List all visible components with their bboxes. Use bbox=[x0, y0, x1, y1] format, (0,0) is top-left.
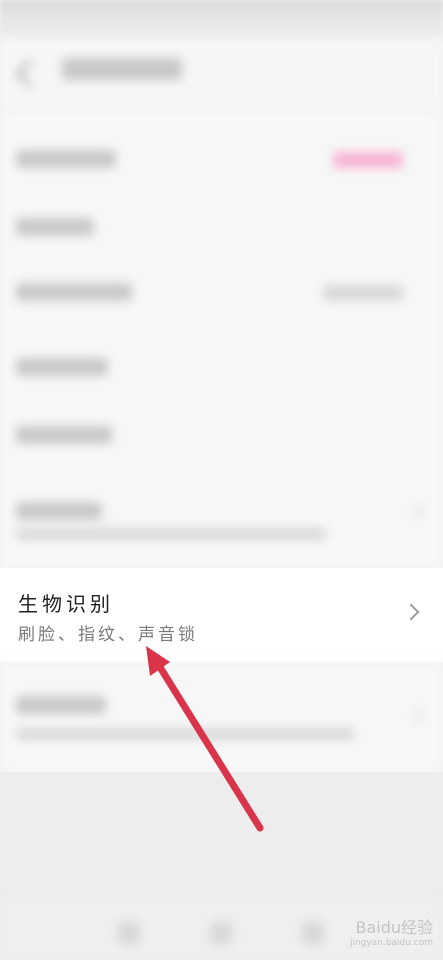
back-arrow-icon[interactable] bbox=[16, 60, 43, 87]
settings-row-label bbox=[16, 150, 116, 168]
chevron-right-icon bbox=[402, 603, 420, 621]
settings-row-label bbox=[16, 502, 102, 520]
status-bar bbox=[0, 0, 443, 40]
settings-row[interactable] bbox=[0, 263, 443, 323]
nav-icon[interactable] bbox=[302, 922, 324, 944]
nav-icon[interactable] bbox=[210, 922, 232, 944]
watermark-url: jingyan.baidu.com bbox=[349, 938, 433, 948]
settings-row-label bbox=[16, 358, 108, 376]
settings-row[interactable] bbox=[0, 406, 443, 466]
biometric-row[interactable]: 生物识别 刷脸、指纹、声音锁 bbox=[0, 568, 443, 662]
watermark: Baidu经验 jingyan.baidu.com bbox=[350, 914, 433, 948]
settings-row-subtitle bbox=[16, 728, 354, 740]
settings-row[interactable] bbox=[0, 482, 443, 542]
settings-row-label bbox=[16, 426, 112, 444]
settings-row-lower[interactable] bbox=[0, 662, 443, 772]
chevron-right-icon bbox=[407, 503, 424, 520]
settings-row[interactable] bbox=[0, 198, 443, 258]
toggle-switch[interactable] bbox=[333, 152, 403, 168]
settings-row[interactable] bbox=[0, 130, 443, 190]
nav-icon[interactable] bbox=[118, 922, 140, 944]
settings-list bbox=[0, 110, 443, 570]
settings-row-label bbox=[16, 218, 94, 236]
page-title bbox=[62, 58, 182, 80]
settings-row-label bbox=[16, 283, 132, 301]
watermark-text: Baidu经验 bbox=[355, 918, 433, 937]
biometric-title: 生物识别 bbox=[18, 592, 114, 616]
settings-row-label bbox=[16, 696, 106, 714]
settings-row-value bbox=[323, 285, 403, 301]
chevron-right-icon bbox=[407, 707, 424, 724]
settings-row[interactable] bbox=[0, 338, 443, 398]
settings-row-subtitle bbox=[16, 528, 326, 540]
header bbox=[0, 40, 443, 110]
biometric-subtitle: 刷脸、指纹、声音锁 bbox=[18, 625, 198, 645]
